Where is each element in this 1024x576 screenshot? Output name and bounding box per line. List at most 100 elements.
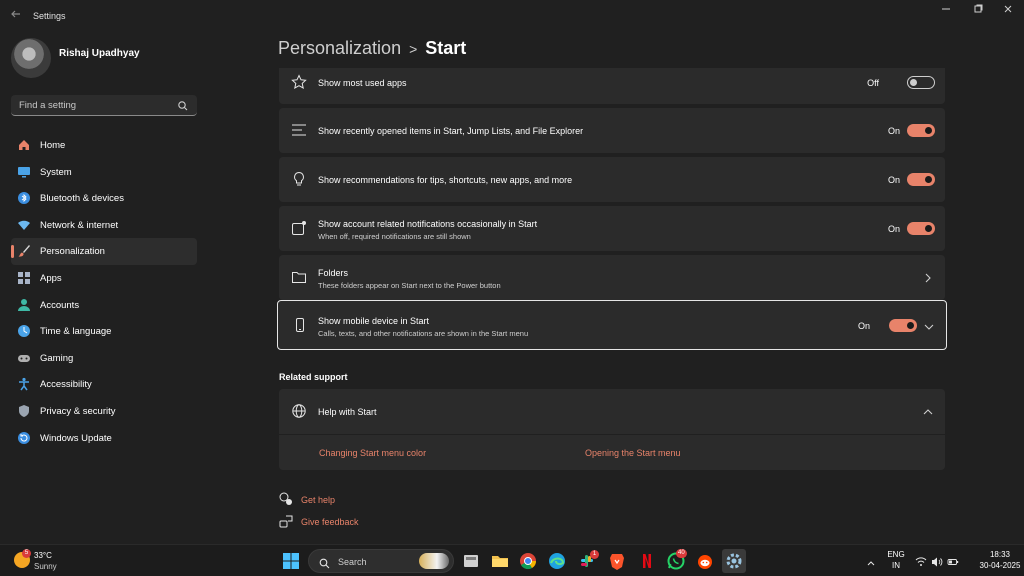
lightbulb-icon bbox=[291, 171, 307, 187]
list-icon bbox=[291, 122, 307, 138]
sidebar-item-label: Accounts bbox=[40, 299, 80, 311]
sidebar-item-label: Accessibility bbox=[40, 379, 92, 391]
mobile-device-toggle[interactable] bbox=[889, 319, 917, 332]
toggle-state-label: On bbox=[857, 321, 870, 331]
avatar[interactable] bbox=[11, 38, 51, 78]
globe-icon bbox=[291, 403, 307, 419]
chevron-up-tray-icon[interactable] bbox=[866, 555, 876, 566]
search-highlight-icon bbox=[419, 553, 449, 569]
language-region[interactable]: IN bbox=[884, 561, 908, 570]
taskbar-search[interactable]: Search bbox=[308, 549, 454, 573]
sidebar-item-label: Personalization bbox=[40, 246, 105, 258]
sidebar-item-bluetooth[interactable]: Bluetooth & devices bbox=[11, 185, 197, 212]
maximize-icon[interactable] bbox=[966, 4, 990, 18]
toggle-state-label: On bbox=[887, 126, 900, 136]
sidebar-item-windows-update[interactable]: Windows Update bbox=[11, 425, 197, 452]
help-links-panel: Changing Start menu color Opening the St… bbox=[279, 435, 945, 470]
sidebar-item-apps[interactable]: Apps bbox=[11, 265, 197, 292]
slack-badge: 1 bbox=[590, 550, 599, 559]
sidebar-item-label: Apps bbox=[40, 272, 62, 284]
start-windows-icon[interactable] bbox=[281, 551, 301, 571]
wifi-tray-icon[interactable] bbox=[915, 555, 927, 567]
sidebar-item-home[interactable]: Home bbox=[11, 132, 197, 159]
explorer-folder-icon[interactable] bbox=[490, 551, 510, 571]
weather-temperature[interactable]: 33°C bbox=[34, 551, 52, 560]
feedback-icon bbox=[279, 514, 293, 528]
help-with-start-header[interactable]: Help with Start bbox=[279, 389, 945, 434]
setting-description: When off, required notifications are sti… bbox=[318, 232, 471, 241]
gamepad-icon bbox=[17, 351, 31, 365]
give-feedback-link[interactable]: Give feedback bbox=[301, 517, 359, 527]
accounts-icon bbox=[17, 298, 31, 312]
bluetooth-icon bbox=[17, 191, 31, 205]
home-icon bbox=[17, 138, 31, 152]
recommendations-toggle[interactable] bbox=[907, 173, 935, 186]
sidebar-item-time-language[interactable]: Time & language bbox=[11, 318, 197, 345]
help-title: Help with Start bbox=[318, 407, 377, 417]
toggle-state-label: Off bbox=[867, 78, 879, 88]
account-notifications-toggle[interactable] bbox=[907, 222, 935, 235]
setting-folders[interactable]: Folders These folders appear on Start ne… bbox=[279, 255, 945, 300]
settings-gear-icon[interactable] bbox=[722, 549, 746, 573]
sidebar-item-label: Windows Update bbox=[40, 432, 112, 444]
setting-recently-opened-items[interactable]: Show recently opened items in Start, Jum… bbox=[279, 108, 945, 153]
page-title: Start bbox=[425, 38, 467, 58]
chevron-right-icon[interactable] bbox=[922, 271, 934, 283]
clock-date[interactable]: 30-04-2025 bbox=[976, 561, 1024, 570]
accessibility-icon bbox=[17, 377, 31, 391]
sidebar-item-label: Gaming bbox=[40, 352, 74, 364]
sidebar-item-label: System bbox=[40, 166, 72, 178]
sidebar-item-privacy-security[interactable]: Privacy & security bbox=[11, 398, 197, 425]
sidebar-item-network[interactable]: Network & internet bbox=[11, 212, 197, 239]
sidebar-item-label: Privacy & security bbox=[40, 405, 116, 417]
reddit-icon[interactable] bbox=[695, 551, 715, 571]
help-icon bbox=[279, 492, 293, 506]
setting-mobile-device[interactable]: Show mobile device in Start Calls, texts… bbox=[277, 300, 947, 350]
edge-icon[interactable] bbox=[547, 551, 567, 571]
chevron-up-icon[interactable] bbox=[922, 405, 934, 417]
close-icon[interactable] bbox=[996, 4, 1020, 18]
sidebar-item-accounts[interactable]: Accounts bbox=[11, 292, 197, 319]
brush-icon bbox=[17, 244, 31, 258]
link-opening-start-menu[interactable]: Opening the Start menu bbox=[585, 448, 681, 458]
setting-account-notifications[interactable]: Show account related notifications occas… bbox=[279, 206, 945, 251]
taskbar-search-label: Search bbox=[338, 557, 367, 567]
title-bar: Settings bbox=[0, 0, 1024, 32]
search-input[interactable] bbox=[11, 95, 171, 115]
battery-icon[interactable] bbox=[947, 555, 959, 567]
breadcrumb: Personalization > Start bbox=[278, 38, 466, 59]
star-icon bbox=[291, 74, 307, 90]
toggle-state-label: On bbox=[887, 175, 900, 185]
brave-icon[interactable] bbox=[607, 551, 627, 571]
get-help-link[interactable]: Get help bbox=[301, 495, 335, 505]
netflix-icon[interactable] bbox=[637, 551, 657, 571]
back-arrow-icon[interactable] bbox=[8, 8, 24, 24]
chrome-icon[interactable] bbox=[518, 551, 538, 571]
sidebar-item-accessibility[interactable]: Accessibility bbox=[11, 371, 197, 398]
weather-badge: 5 bbox=[22, 549, 31, 558]
taskbar: 5 33°C Sunny Search 1 40 ENG IN 18:33 30… bbox=[0, 544, 1024, 576]
search-box[interactable] bbox=[11, 95, 197, 116]
setting-most-used-apps[interactable]: Show most used apps Off bbox=[279, 68, 945, 104]
minimize-icon[interactable] bbox=[934, 4, 958, 18]
breadcrumb-parent[interactable]: Personalization bbox=[278, 38, 401, 58]
breadcrumb-separator: > bbox=[409, 41, 418, 57]
system-icon bbox=[17, 165, 31, 179]
setting-title: Folders bbox=[318, 268, 349, 278]
volume-icon[interactable] bbox=[931, 555, 943, 567]
recently-opened-toggle[interactable] bbox=[907, 124, 935, 137]
clock-time[interactable]: 18:33 bbox=[976, 550, 1024, 559]
file-manager-icon[interactable] bbox=[461, 551, 481, 571]
chevron-down-icon[interactable] bbox=[923, 320, 935, 332]
search-icon[interactable] bbox=[177, 99, 189, 111]
sidebar-item-gaming[interactable]: Gaming bbox=[11, 345, 197, 372]
setting-recommendations[interactable]: Show recommendations for tips, shortcuts… bbox=[279, 157, 945, 202]
sidebar-item-system[interactable]: System bbox=[11, 159, 197, 186]
most-used-apps-toggle[interactable] bbox=[907, 76, 935, 89]
update-icon bbox=[17, 431, 31, 445]
link-changing-start-color[interactable]: Changing Start menu color bbox=[319, 448, 426, 458]
weather-condition[interactable]: Sunny bbox=[34, 562, 57, 571]
sidebar-item-personalization[interactable]: Personalization bbox=[11, 238, 197, 265]
apps-icon bbox=[17, 271, 31, 285]
language-indicator[interactable]: ENG bbox=[884, 550, 908, 559]
